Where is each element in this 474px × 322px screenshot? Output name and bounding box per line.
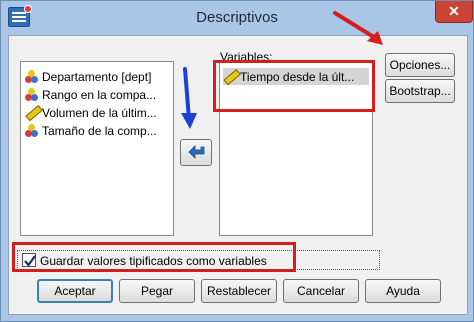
cancel-button[interactable]: Cancelar	[283, 279, 359, 303]
list-item[interactable]: Tamaño de la comp...	[25, 122, 157, 139]
reset-button[interactable]: Restablecer	[201, 279, 277, 303]
list-item[interactable]: Departamento [dept]	[25, 68, 151, 85]
paste-button[interactable]: Pegar	[119, 279, 195, 303]
dialog-body: Departamento [dept] Rango en la compa...…	[8, 35, 468, 315]
descriptivos-dialog: Descriptivos ✕ Departamento [dept] Rango…	[0, 0, 474, 322]
list-item[interactable]: Volumen de la últim...	[25, 104, 157, 121]
variables-highlight-box	[213, 60, 375, 112]
dialog-title: Descriptivos	[196, 9, 278, 26]
accept-button[interactable]: Aceptar	[37, 279, 113, 303]
title-bar[interactable]: Descriptivos ✕	[1, 1, 473, 35]
nominal-icon	[25, 87, 39, 102]
help-button[interactable]: Ayuda	[365, 279, 441, 303]
nominal-icon	[25, 123, 39, 138]
arrow-left-icon	[188, 145, 205, 159]
scale-icon	[25, 104, 42, 121]
source-variable-list[interactable]: Departamento [dept] Rango en la compa...…	[20, 61, 174, 236]
blue-arrow-icon	[181, 67, 197, 129]
options-button[interactable]: Opciones...	[385, 53, 455, 77]
red-arrow-icon	[333, 11, 383, 45]
bootstrap-button[interactable]: Bootstrap...	[385, 79, 455, 103]
checkbox-highlight-box	[12, 242, 296, 272]
list-item[interactable]: Rango en la compa...	[25, 86, 156, 103]
nominal-icon	[25, 69, 39, 84]
move-variable-button[interactable]	[180, 139, 212, 166]
close-button[interactable]: ✕	[435, 1, 473, 23]
